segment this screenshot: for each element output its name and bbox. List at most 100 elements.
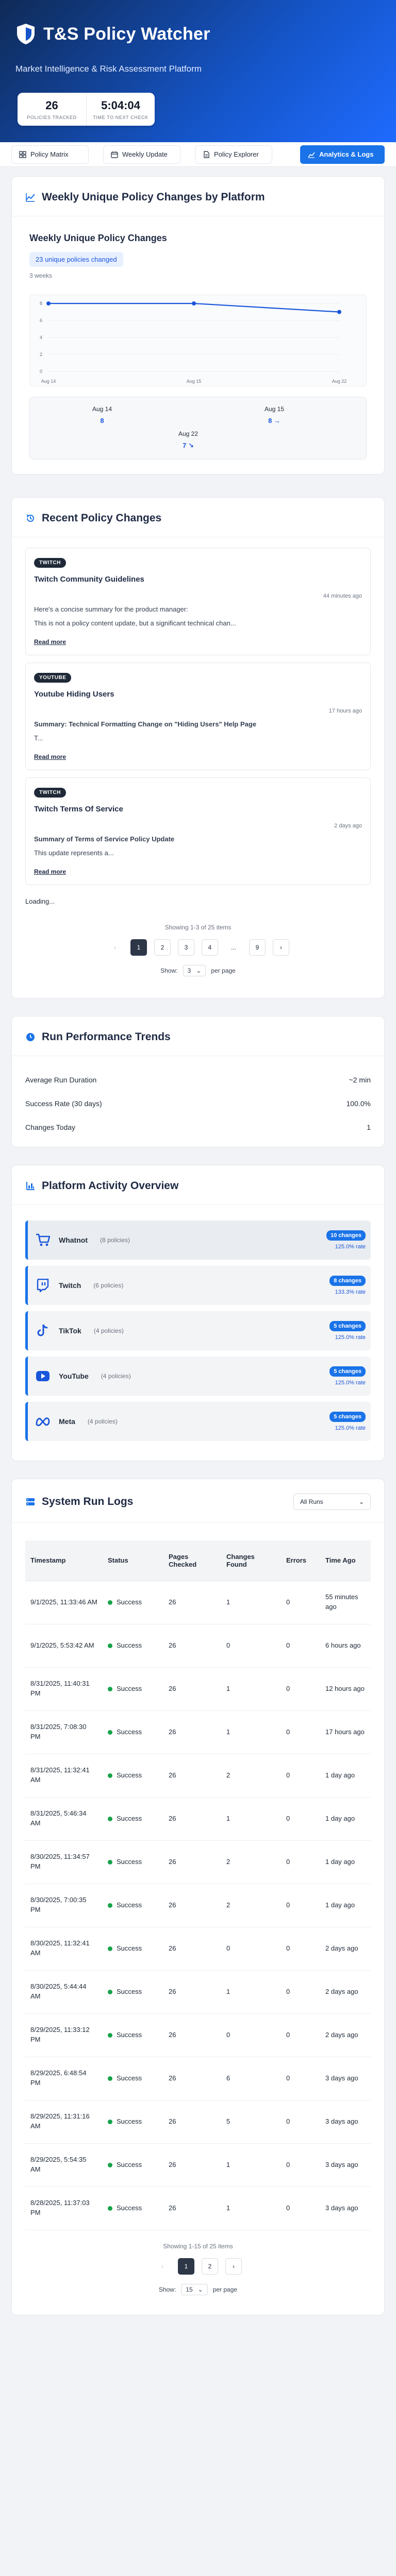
table-row: 8/29/2025, 11:31:16 AM Success 26 5 0 3 days … bbox=[25, 2100, 371, 2144]
line-chart-svg: 0 2 4 6 8 Aug 14 Aug 15 Aug 22 bbox=[40, 301, 346, 384]
changes-badge: 5 changes bbox=[329, 1321, 366, 1331]
platform-row-twitch[interactable]: Twitch (6 policies) 8 changes 133.3% rat… bbox=[25, 1266, 371, 1305]
table-cell: 2 days ago bbox=[320, 1927, 371, 1971]
page-button[interactable]: 2 bbox=[154, 939, 171, 956]
table-cell: Success bbox=[103, 1970, 163, 2014]
data-value: 8 → bbox=[268, 417, 280, 425]
change-summary-line: T... bbox=[34, 734, 43, 742]
tab-policy-matrix[interactable]: Policy Matrix bbox=[11, 145, 89, 164]
table-cell: Success bbox=[103, 1927, 163, 1971]
tab-weekly-update[interactable]: Weekly Update bbox=[103, 145, 180, 164]
status-text: Success bbox=[117, 1901, 142, 1909]
platform-pill: YOUTUBE bbox=[34, 673, 72, 683]
table-cell: 0 bbox=[281, 2013, 320, 2057]
next-page-button[interactable]: › bbox=[225, 2258, 242, 2275]
perf-value: ~2 min bbox=[349, 1076, 371, 1084]
platform-pill: TWITCH bbox=[34, 558, 66, 568]
table-cell: 0 bbox=[281, 2187, 320, 2230]
table-cell: 3 days ago bbox=[320, 2143, 371, 2187]
status-badge: Success bbox=[108, 1684, 158, 1694]
status-dot-icon bbox=[108, 2032, 112, 2038]
cart-icon bbox=[35, 1232, 51, 1248]
change-summary-line: This update represents a... bbox=[34, 849, 114, 857]
perf-value: 100.0% bbox=[346, 1099, 371, 1108]
table-cell: Success bbox=[103, 2187, 163, 2230]
tab-policy-explorer[interactable]: Policy Explorer bbox=[195, 145, 272, 164]
table-row: 8/29/2025, 5:54:35 AM Success 26 1 0 3 days a… bbox=[25, 2143, 371, 2187]
table-cell: Success bbox=[103, 2143, 163, 2187]
table-row: 8/30/2025, 5:44:44 AM Success 26 1 0 2 days a… bbox=[25, 1970, 371, 2014]
table-row: 8/29/2025, 6:48:54 PM Success 26 6 0 3 days a… bbox=[25, 2057, 371, 2100]
status-badge: Success bbox=[108, 1944, 158, 1954]
page-button[interactable]: 2 bbox=[202, 2258, 218, 2275]
page-button[interactable]: 9 bbox=[249, 939, 266, 956]
table-row: 8/28/2025, 11:37:03 PM Success 26 1 0 3 days … bbox=[25, 2187, 371, 2230]
data-point-marker bbox=[192, 301, 196, 306]
youtube-icon bbox=[35, 1368, 51, 1384]
status-badge: Success bbox=[108, 1857, 158, 1867]
data-point: Aug 14 8 bbox=[61, 405, 143, 425]
perf-row: Changes Today 1 bbox=[25, 1123, 371, 1131]
run-filter-select[interactable]: All Runs ⌄ bbox=[293, 1494, 371, 1510]
table-cell: 55 minutes ago bbox=[320, 1581, 371, 1624]
table-cell: 26 bbox=[163, 2057, 221, 2100]
table-cell: Success bbox=[103, 1840, 163, 1884]
status-text: Success bbox=[117, 1727, 142, 1736]
next-page-button[interactable]: › bbox=[273, 939, 289, 956]
y-tick-label: 8 bbox=[40, 301, 42, 306]
card-title: System Run Logs bbox=[25, 1496, 133, 1508]
show-label: Show: bbox=[160, 967, 178, 974]
platform-row-youtube[interactable]: YouTube (4 policies) 5 changes 125.0% ra… bbox=[25, 1357, 371, 1396]
read-more-link[interactable]: Read more bbox=[34, 868, 66, 875]
chart-block: Weekly Unique Policy Changes 23 unique p… bbox=[25, 233, 371, 460]
table-cell: 8/31/2025, 11:32:41 AM bbox=[25, 1754, 103, 1798]
status-dot-icon bbox=[108, 2076, 112, 2081]
platform-stats: 10 changes 125.0% rate bbox=[326, 1230, 366, 1250]
status-badge: Success bbox=[108, 1727, 158, 1737]
grid-icon bbox=[19, 150, 26, 158]
platform-row-meta[interactable]: Meta (4 policies) 5 changes 125.0% rate bbox=[25, 1402, 371, 1441]
status-badge: Success bbox=[108, 2204, 158, 2213]
page-button[interactable]: 1 bbox=[130, 939, 147, 956]
table-cell: 1 day ago bbox=[320, 1754, 371, 1798]
status-text: Success bbox=[117, 2204, 142, 2212]
prev-page-button[interactable]: ‹ bbox=[154, 2258, 171, 2275]
table-cell: 8/30/2025, 11:32:41 AM bbox=[25, 1927, 103, 1971]
status-badge: Success bbox=[108, 2074, 158, 2083]
data-date: Aug 15 bbox=[264, 405, 285, 413]
tab-analytics-logs[interactable]: Analytics & Logs bbox=[300, 145, 385, 164]
page-button[interactable]: 3 bbox=[178, 939, 194, 956]
platform-name: Whatnot bbox=[59, 1236, 88, 1244]
perf-row: Success Rate (30 days) 100.0% bbox=[25, 1099, 371, 1108]
tiktok-icon bbox=[35, 1323, 51, 1338]
page-button[interactable]: 1 bbox=[178, 2258, 194, 2275]
table-cell: 0 bbox=[281, 2143, 320, 2187]
status-dot-icon bbox=[108, 1989, 112, 1994]
x-tick-label: Aug 15 bbox=[187, 379, 202, 384]
table-cell: 26 bbox=[163, 2013, 221, 2057]
column-header: Timestamp bbox=[25, 1540, 103, 1581]
table-row: 8/31/2025, 5:46:34 AM Success 26 1 0 1 day ag… bbox=[25, 1797, 371, 1841]
page-size-select[interactable]: 3 ⌄ bbox=[183, 965, 206, 976]
platform-row-tiktok[interactable]: TikTok (4 policies) 5 changes 125.0% rat… bbox=[25, 1311, 371, 1350]
table-cell: 17 hours ago bbox=[320, 1710, 371, 1754]
table-cell: Success bbox=[103, 2013, 163, 2057]
platform-row-whatnot[interactable]: Whatnot (8 policies) 10 changes 125.0% r… bbox=[25, 1221, 371, 1260]
page-size-select[interactable]: 15 ⌄ bbox=[181, 2283, 208, 2295]
read-more-link[interactable]: Read more bbox=[34, 638, 66, 646]
status-badge: Success bbox=[108, 1641, 158, 1651]
table-cell: 3 days ago bbox=[320, 2057, 371, 2100]
platform-policy-count: (8 policies) bbox=[100, 1236, 130, 1244]
change-item: YOUTUBE Youtube Hiding Users 17 hours ag… bbox=[25, 663, 371, 770]
data-point-marker bbox=[337, 310, 341, 314]
table-cell: 26 bbox=[163, 2100, 221, 2144]
data-point: Aug 22 7 ↘ bbox=[147, 430, 229, 450]
page-button[interactable]: 4 bbox=[202, 939, 218, 956]
prev-page-button[interactable]: ‹ bbox=[107, 939, 123, 956]
status-text: Success bbox=[117, 2074, 142, 2082]
pager-info: Showing 1-3 of 25 items bbox=[164, 924, 232, 931]
perf-label: Changes Today bbox=[25, 1123, 76, 1131]
change-rate: 125.0% rate bbox=[335, 1425, 366, 1431]
read-more-link[interactable]: Read more bbox=[34, 753, 66, 760]
page-size-control: Show: 15 ⌄ per page bbox=[25, 2283, 371, 2295]
